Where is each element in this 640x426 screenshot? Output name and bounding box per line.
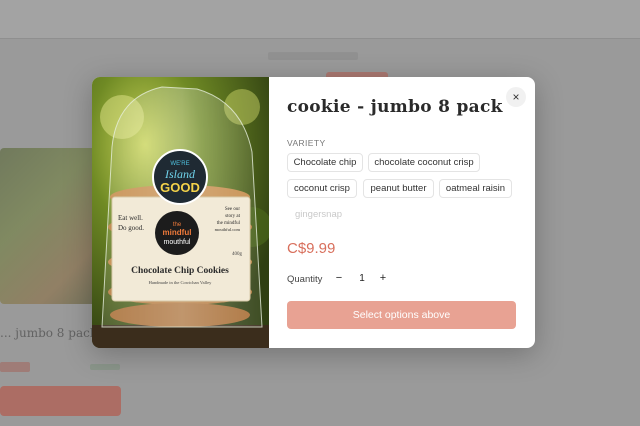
quantity-increase-button[interactable]: + — [373, 268, 393, 288]
quick-view-modal: WE'RE Island GOOD Eat well. Do good. See… — [92, 77, 535, 348]
island-good-badge-icon: WE'RE Island GOOD — [152, 149, 208, 205]
tagline-left-2: Do good. — [118, 224, 144, 232]
nav-placeholder — [268, 52, 358, 60]
variety-option-label: coconut crisp — [294, 183, 350, 194]
tagline-right-2: story at — [225, 214, 240, 219]
product-details: cookie - jumbo 8 pack × VARIETY Chocolat… — [269, 77, 535, 348]
tagline-right-3: the mindful — [217, 221, 241, 226]
variety-option-label: oatmeal raisin — [445, 183, 506, 194]
close-button[interactable]: × — [506, 87, 526, 107]
variety-option-gingersnap: gingersnap — [287, 205, 357, 224]
variety-option-label: gingersnap — [295, 209, 343, 220]
product-card-button — [0, 386, 121, 416]
product-card-price — [0, 362, 30, 372]
variety-option-label: chocolate coconut crisp — [374, 157, 474, 168]
quantity-input[interactable]: 1 — [351, 268, 373, 288]
site-header — [0, 0, 640, 39]
logo-line2: mindful — [163, 228, 192, 237]
variety-option-chocolate-coconut-crisp[interactable]: chocolate coconut crisp — [368, 153, 480, 172]
product-name-label: Chocolate Chip Cookies — [131, 266, 229, 276]
product-price: C$9.99 — [287, 240, 336, 257]
tagline-right-1: See our — [225, 207, 240, 212]
variety-option-coconut-crisp[interactable]: coconut crisp — [287, 179, 357, 198]
variety-option-label: peanut butter — [370, 183, 427, 194]
badge-main2-text: GOOD — [160, 180, 200, 195]
add-to-cart-button[interactable]: Select options above — [287, 301, 516, 329]
product-sub-label: Handmade in the Cowichan Valley — [149, 280, 212, 285]
product-card-title: ... jumbo 8 pack — [0, 326, 98, 340]
product-photo-svg: WE'RE Island GOOD Eat well. Do good. See… — [92, 77, 269, 348]
close-icon: × — [512, 90, 520, 104]
variety-option-oatmeal-raisin[interactable]: oatmeal raisin — [439, 179, 512, 198]
quantity-label: Quantity — [287, 274, 323, 285]
product-card-stock — [90, 364, 120, 370]
badge-main-text: Island — [164, 167, 196, 181]
variety-label: VARIETY — [287, 138, 326, 148]
product-title: cookie - jumbo 8 pack — [287, 97, 503, 117]
quantity-decrease-button[interactable]: − — [329, 268, 349, 288]
tagline-right-4: mouthful.com — [215, 227, 241, 232]
variety-option-label: Chocolate chip — [293, 157, 357, 168]
mindful-mouthful-logo-icon: the mindful mouthful — [155, 211, 199, 255]
product-weight-label: 400g — [232, 252, 243, 257]
product-photo: WE'RE Island GOOD Eat well. Do good. See… — [92, 77, 269, 348]
logo-line3: mouthful — [164, 239, 191, 246]
variety-option-peanut-butter[interactable]: peanut butter — [363, 179, 434, 198]
variety-option-chocolate-chip[interactable]: Chocolate chip — [287, 153, 363, 172]
tagline-left-1: Eat well. — [118, 214, 143, 222]
